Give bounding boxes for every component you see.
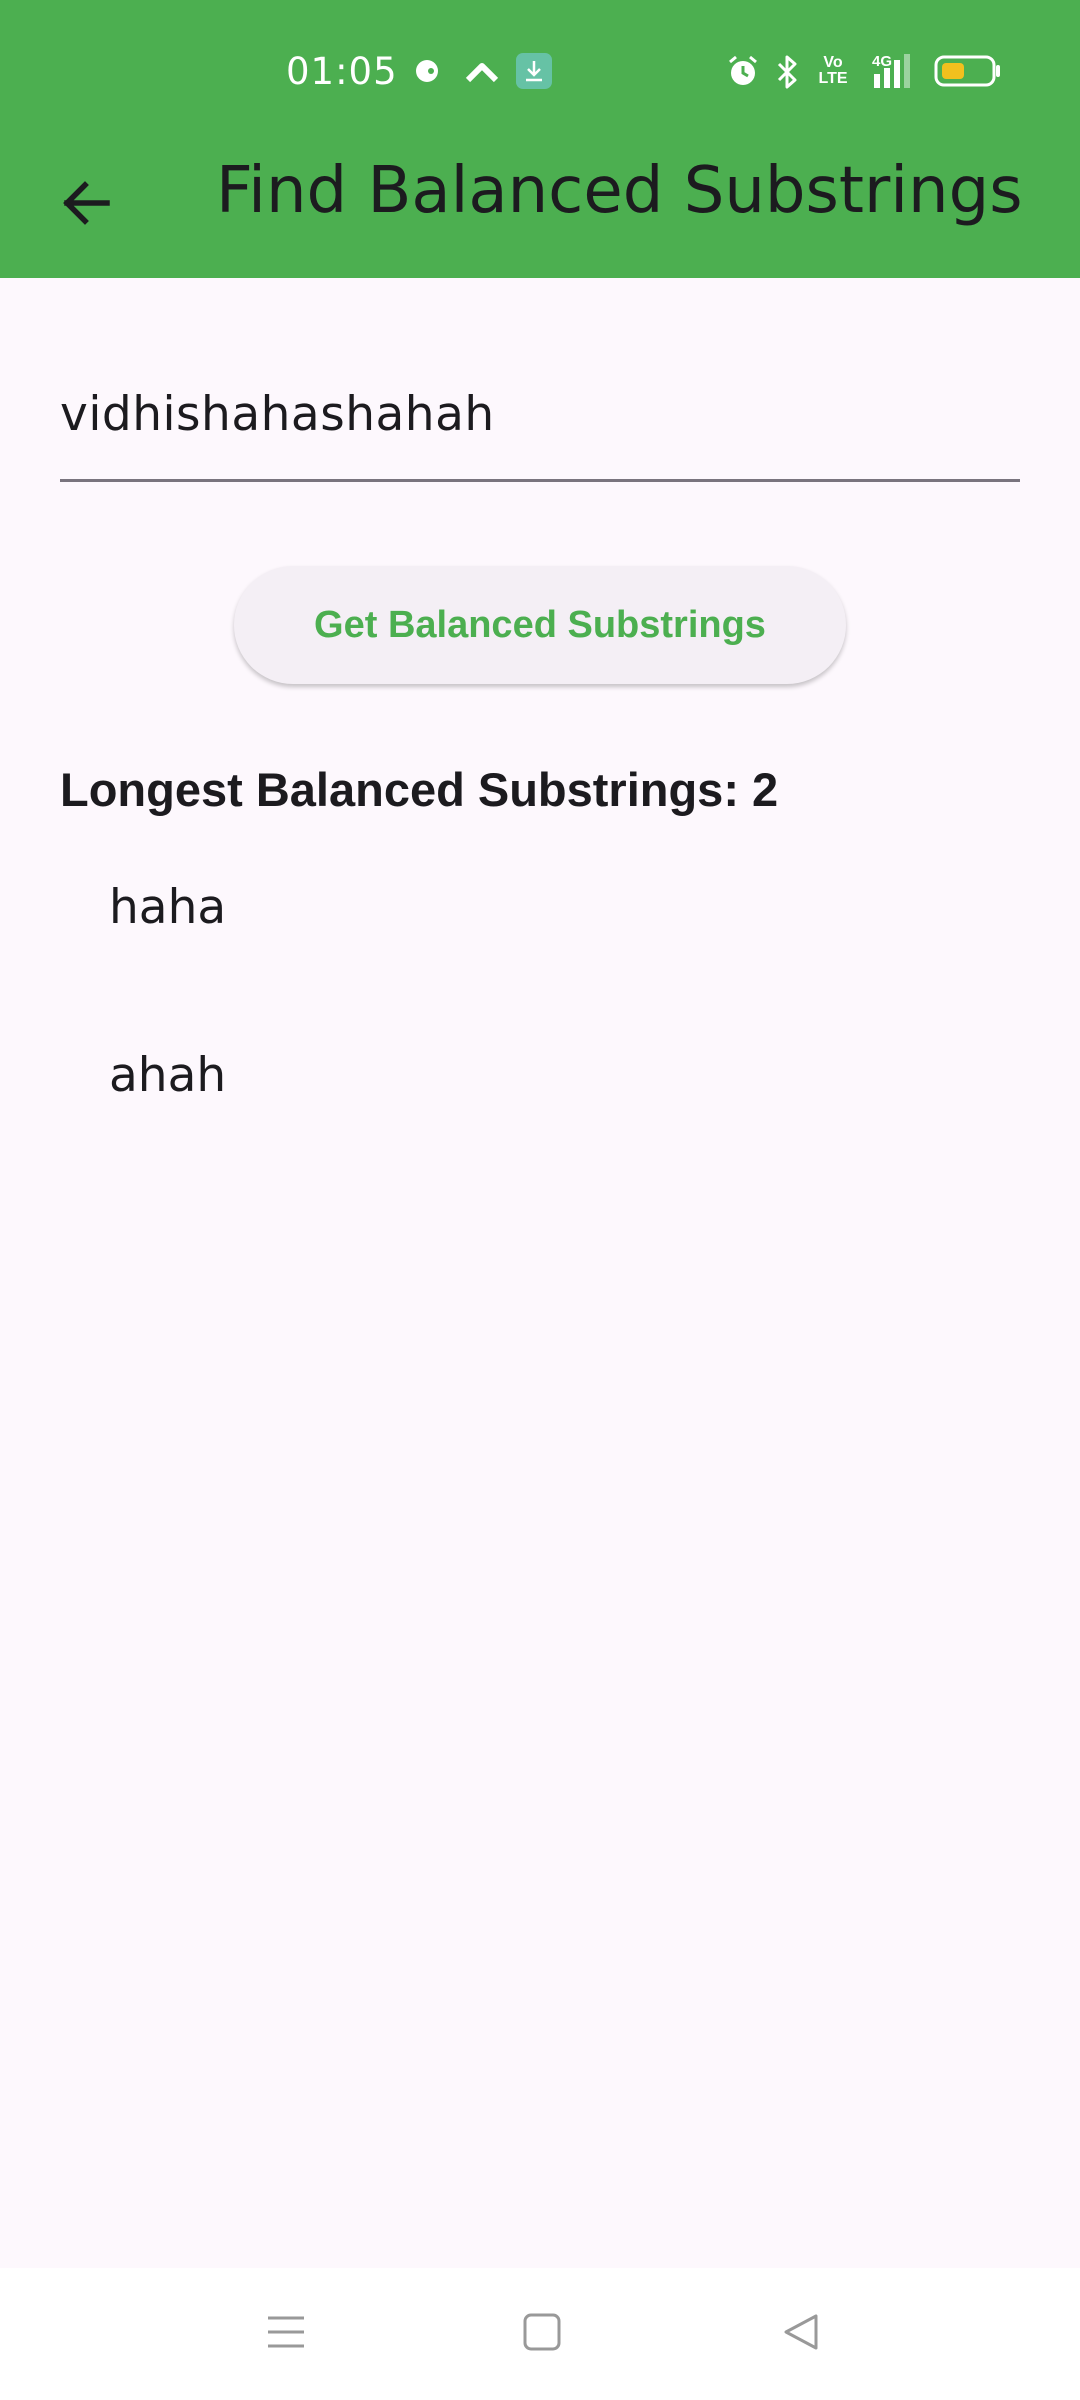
- status-bar: 01:05 Vo LTE 4G: [0, 0, 1080, 140]
- recent-apps-button[interactable]: [256, 2304, 316, 2364]
- navigation-bar: [0, 2268, 1080, 2400]
- back-button[interactable]: [40, 160, 130, 250]
- home-button[interactable]: [512, 2304, 572, 2364]
- status-time: 01:05: [286, 50, 398, 93]
- 4g-signal-icon: 4G: [862, 52, 918, 95]
- app-header: 01:05 Vo LTE 4G Find Balanced Substrings: [0, 0, 1080, 278]
- battery-icon: [934, 55, 1002, 92]
- back-nav-button[interactable]: [772, 2304, 832, 2364]
- app-bar: Find Balanced Substrings: [0, 140, 1080, 278]
- download-icon: [516, 53, 552, 94]
- page-title: Find Balanced Substrings: [216, 154, 1023, 228]
- arrow-back-icon: [59, 177, 111, 234]
- string-input[interactable]: [60, 370, 1020, 479]
- bluetooth-icon: [774, 54, 800, 95]
- get-balanced-substrings-button[interactable]: Get Balanced Substrings: [234, 566, 846, 684]
- alarm-icon: [726, 54, 760, 93]
- result-list: haha ahah: [0, 852, 1080, 1188]
- list-item: haha: [109, 880, 227, 935]
- list-item: ahah: [109, 1048, 227, 1103]
- chat-bubble-icon: [414, 58, 440, 89]
- home-icon: [522, 2312, 562, 2357]
- svg-text:4G: 4G: [872, 53, 892, 70]
- string-input-field[interactable]: [60, 370, 1020, 482]
- result-title: Longest Balanced Substrings: 2: [60, 763, 779, 816]
- back-triangle-icon: [782, 2312, 822, 2357]
- volte-icon: Vo LTE: [818, 54, 848, 87]
- arrow-up-icon: [464, 58, 500, 89]
- menu-icon: [264, 2312, 308, 2357]
